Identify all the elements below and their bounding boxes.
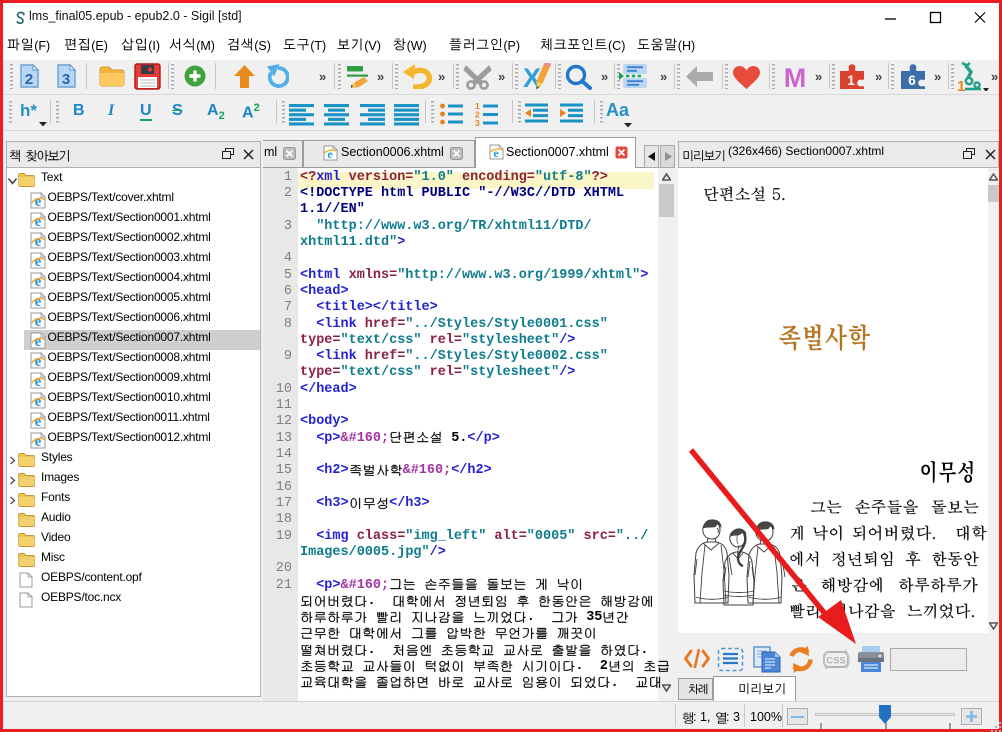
svg-text:6: 6 <box>908 73 916 88</box>
svg-text:e: e <box>35 234 42 249</box>
svg-text:M: M <box>784 64 807 89</box>
svg-text:e: e <box>35 214 42 229</box>
svg-text:e: e <box>35 194 42 209</box>
svg-text:3: 3 <box>62 71 70 88</box>
svg-text:CSS: CSS <box>826 656 846 667</box>
svg-text:e: e <box>327 147 333 161</box>
svg-text:2: 2 <box>25 71 33 88</box>
svg-text:e: e <box>35 414 42 429</box>
svg-text:e: e <box>35 254 42 269</box>
svg-text:1: 1 <box>847 73 855 88</box>
svg-text:1: 1 <box>957 78 965 91</box>
svg-text:e: e <box>35 354 42 369</box>
svg-text:e: e <box>35 394 42 409</box>
svg-text:e: e <box>493 146 499 160</box>
svg-text:3: 3 <box>475 118 480 126</box>
svg-text:e: e <box>35 374 42 389</box>
svg-text:e: e <box>35 434 42 449</box>
svg-text:e: e <box>35 294 42 309</box>
svg-text:e: e <box>35 334 42 349</box>
svg-text:e: e <box>35 274 42 289</box>
svg-text:e: e <box>35 314 42 329</box>
